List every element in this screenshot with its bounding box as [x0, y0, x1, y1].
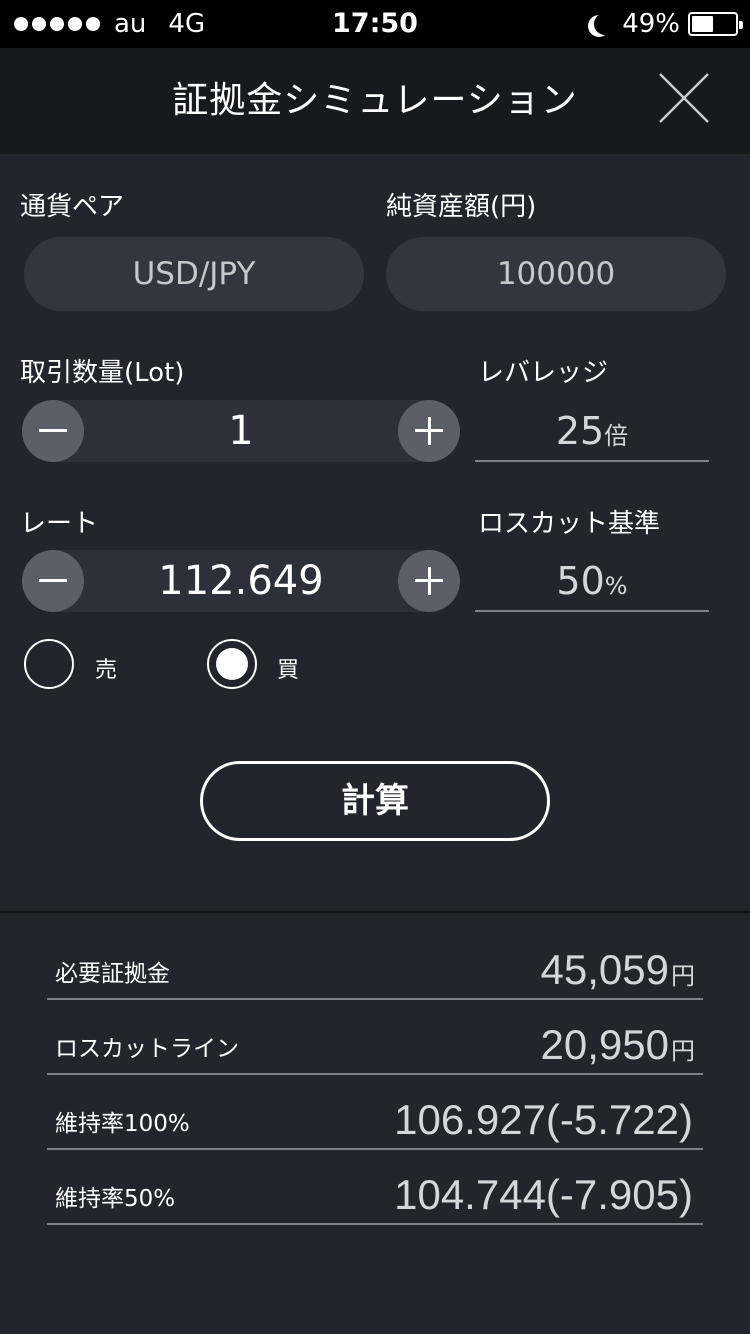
- lot-value[interactable]: 1: [84, 400, 398, 462]
- result-value: 20,950円: [540, 1021, 695, 1068]
- section-divider: [0, 911, 750, 913]
- do-not-disturb-icon: [594, 13, 616, 35]
- losscut-unit: %: [604, 572, 628, 600]
- radio-selected-dot: [216, 648, 248, 680]
- battery-icon: [688, 12, 743, 36]
- leverage-label: レバレッジ: [478, 358, 609, 388]
- net-assets-input[interactable]: 100000: [386, 237, 726, 311]
- result-row-maintenance-50: 維持率50% 104.744(-7.905): [47, 1150, 703, 1225]
- losscut-label: ロスカット基準: [478, 509, 661, 539]
- lot-increment-button[interactable]: [398, 400, 460, 462]
- result-value: 106.927(-5.722): [394, 1096, 693, 1143]
- rate-label: レート: [20, 509, 99, 539]
- battery-percent: 49%: [622, 9, 680, 39]
- sell-label: 売: [95, 658, 118, 683]
- lot-decrement-button[interactable]: [22, 400, 84, 462]
- header: 証拠金シミュレーション: [0, 48, 750, 154]
- result-label: 必要証拠金: [55, 961, 170, 987]
- minus-icon: [39, 429, 67, 432]
- losscut-field[interactable]: 50%: [475, 550, 709, 612]
- losscut-value: 50: [556, 559, 605, 603]
- status-bar: au 4G 17:50 49%: [0, 0, 750, 48]
- result-row-required-margin: 必要証拠金 45,059円: [47, 925, 703, 1000]
- battery-fill: [692, 16, 713, 32]
- result-label: 維持率100%: [55, 1111, 190, 1137]
- buy-label: 買: [277, 658, 300, 683]
- minus-icon: [39, 579, 67, 582]
- sell-radio[interactable]: [24, 639, 74, 689]
- buy-radio[interactable]: [207, 639, 257, 689]
- currency-pair-select[interactable]: USD/JPY: [24, 237, 364, 311]
- result-value: 45,059円: [540, 946, 695, 993]
- status-right: 49%: [586, 0, 743, 48]
- lot-label: 取引数量(Lot): [20, 358, 185, 388]
- leverage-field[interactable]: 25倍: [475, 400, 709, 462]
- result-label: ロスカットライン: [55, 1036, 239, 1062]
- result-row-losscut-line: ロスカットライン 20,950円: [47, 1000, 703, 1075]
- leverage-unit: 倍: [604, 422, 629, 450]
- result-value: 104.744(-7.905): [394, 1171, 693, 1218]
- close-icon: [659, 73, 709, 123]
- page-title: 証拠金シミュレーション: [172, 80, 578, 121]
- leverage-value: 25: [555, 409, 605, 453]
- rate-value[interactable]: 112.649: [84, 550, 398, 612]
- close-button[interactable]: [656, 70, 712, 126]
- rate-stepper: 112.649: [22, 550, 460, 612]
- currency-pair-label: 通貨ペア: [20, 192, 125, 222]
- net-assets-label: 純資産額(円): [386, 192, 537, 222]
- rate-decrement-button[interactable]: [22, 550, 84, 612]
- result-label: 維持率50%: [55, 1186, 176, 1212]
- result-row-maintenance-100: 維持率100% 106.927(-5.722): [47, 1075, 703, 1150]
- lot-stepper: 1: [22, 400, 460, 462]
- calculate-button[interactable]: 計算: [200, 761, 550, 841]
- rate-increment-button[interactable]: [398, 550, 460, 612]
